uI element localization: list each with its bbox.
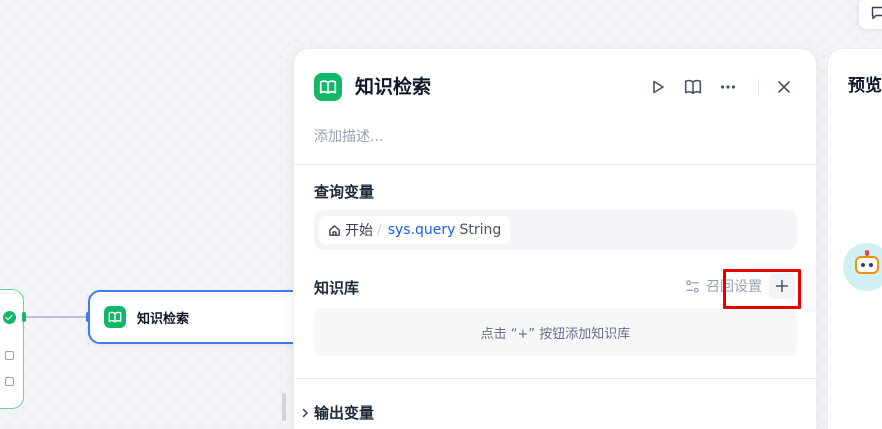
book-open-icon (314, 73, 342, 101)
preview-panel: 预览 (827, 48, 882, 429)
panel-actions (646, 75, 796, 99)
section-divider (294, 378, 816, 379)
feedback-button[interactable] (858, 0, 882, 30)
actions-divider (758, 79, 759, 95)
output-variables-toggle[interactable]: 输出变量 (301, 402, 374, 423)
query-variable-selector[interactable]: 开始 / sys.query String (314, 210, 797, 250)
description-input[interactable]: 添加描述... (314, 126, 383, 146)
chevron-right-icon (301, 408, 309, 418)
panel-title[interactable]: 知识检索 (355, 74, 431, 100)
close-panel-button[interactable] (772, 75, 796, 99)
knowledge-node-input-handle[interactable] (86, 312, 90, 322)
output-variables-label: 输出变量 (314, 404, 375, 422)
query-variable-label: 查询变量 (314, 183, 375, 201)
node-variable-icon (5, 351, 14, 360)
knowledge-base-label: 知识库 (314, 279, 360, 297)
more-options-button[interactable] (716, 75, 740, 99)
feedback-icon (871, 6, 882, 20)
robot-head (855, 256, 879, 274)
home-icon (328, 224, 341, 237)
connection-edge[interactable] (26, 316, 88, 318)
knowledge-retrieval-node[interactable]: 知识检索 (88, 290, 318, 344)
recall-settings-icon (685, 279, 700, 294)
robot-icon (843, 243, 882, 291)
variable-source-node: 开始 (345, 223, 373, 239)
help-docs-button[interactable] (681, 75, 705, 99)
close-icon (778, 81, 790, 93)
check-circle-icon (3, 311, 16, 324)
book-open-icon (684, 79, 702, 94)
variable-path-separator: / (377, 222, 382, 238)
variable-name: sys.query (387, 222, 456, 238)
book-open-icon (104, 306, 126, 328)
knowledge-base-empty-state: 点击 “+” 按钮添加知识库 (314, 308, 797, 356)
annotation-highlight-box (723, 269, 801, 309)
run-node-button[interactable] (646, 75, 670, 99)
panel-resize-handle[interactable] (282, 393, 286, 421)
node-settings-panel: 知识检索 添加描述... 查询变量 开始 / sys.query String … (293, 48, 817, 429)
node-title: 知识检索 (137, 311, 190, 327)
more-icon (720, 85, 736, 89)
preview-title: 预览 (848, 76, 882, 96)
query-variable-chip[interactable]: 开始 / sys.query String (319, 216, 511, 244)
start-node[interactable] (0, 289, 24, 409)
variable-type: String (459, 222, 502, 238)
node-variable-icon (5, 377, 14, 386)
play-icon (653, 80, 664, 94)
panel-header: 知识检索 (314, 73, 796, 103)
header-divider (294, 164, 816, 165)
